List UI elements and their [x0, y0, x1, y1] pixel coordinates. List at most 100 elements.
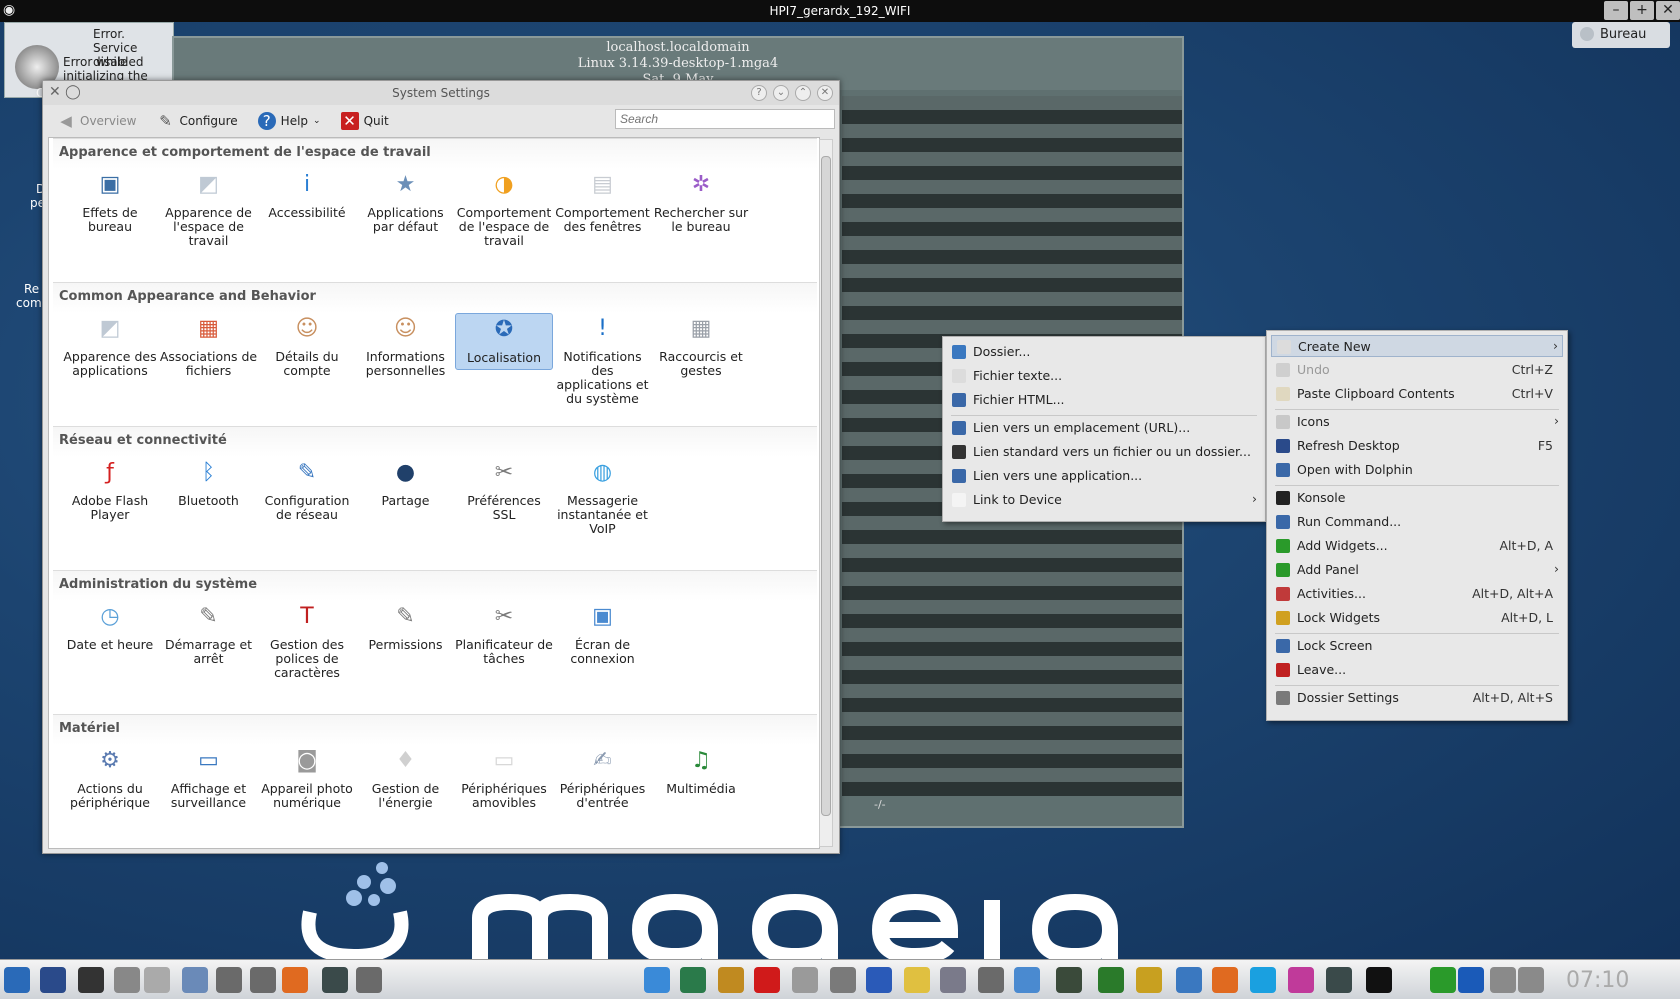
- volume-icon[interactable]: [1518, 967, 1544, 993]
- close-button[interactable]: ✕: [1656, 1, 1680, 20]
- settings-item-notifications[interactable]: ! Notifications des applications et du sy…: [554, 313, 652, 406]
- settings-item-removable-devices[interactable]: ▭ Périphériques amovibles: [455, 745, 553, 810]
- hp-icon[interactable]: [1458, 967, 1484, 993]
- menu-item-lock-screen[interactable]: Lock Screen: [1271, 635, 1563, 657]
- scrollbar-thumb[interactable]: [821, 156, 831, 816]
- overview-button[interactable]: ◀ Overview: [49, 107, 145, 135]
- menu-item-konsole[interactable]: Konsole: [1271, 487, 1563, 509]
- menu-item-icons[interactable]: Icons ›: [1271, 411, 1563, 433]
- menu-item-html-file[interactable]: Fichier HTML...: [947, 389, 1261, 411]
- lock-icon[interactable]: [718, 967, 744, 993]
- scissors-icon[interactable]: [1490, 967, 1516, 993]
- pager-dots-icon[interactable]: [78, 967, 104, 993]
- settings-item-input-devices[interactable]: ✍ Périphériques d'entrée: [554, 745, 652, 810]
- settings-item-device-actions[interactable]: ⚙ Actions du périphérique: [61, 745, 159, 810]
- firefox-icon[interactable]: [282, 967, 308, 993]
- settings-item-workspace-behavior[interactable]: ◑ Comportement de l'espace de travail: [455, 169, 553, 248]
- menu-item-url-link[interactable]: Lien vers un emplacement (URL)...: [947, 417, 1261, 439]
- maximize-window-button[interactable]: ⌃: [795, 85, 811, 101]
- menu-item-paste[interactable]: Paste Clipboard Contents Ctrl+V: [1271, 383, 1563, 405]
- system-monitor-icon[interactable]: [322, 967, 348, 993]
- settings-item-account-details[interactable]: ☺ Détails du compte: [258, 313, 356, 378]
- settings-item-multimedia[interactable]: ♫ Multimédia: [652, 745, 750, 796]
- tools-icon[interactable]: [216, 967, 242, 993]
- quit-button[interactable]: ✕ Quit: [333, 107, 397, 135]
- minimize-window-button[interactable]: ⌄: [773, 85, 789, 101]
- network-icon[interactable]: [1014, 967, 1040, 993]
- settings-item-sharing[interactable]: ● Partage: [357, 457, 455, 508]
- settings-scrollbar[interactable]: [819, 139, 833, 847]
- settings-item-file-associations[interactable]: ▦ Associations de fichiers: [160, 313, 258, 378]
- opera-icon[interactable]: [754, 967, 780, 993]
- menu-item-folder[interactable]: Dossier...: [947, 341, 1261, 363]
- settings-item-permissions[interactable]: ✎ Permissions: [357, 601, 455, 652]
- configure-button[interactable]: ✎ Configure: [149, 107, 246, 135]
- settings-item-shortcuts[interactable]: ▦ Raccourcis et gestes: [652, 313, 750, 378]
- settings-item-desktop-effects[interactable]: ▣ Effets de bureau: [61, 169, 159, 234]
- help-button[interactable]: ? Help ⌄: [250, 107, 329, 135]
- menu-item-device-link[interactable]: Link to Device ›: [947, 489, 1261, 511]
- settings-item-ssl-prefs[interactable]: ✂ Préférences SSL: [455, 457, 553, 522]
- pager2-icon[interactable]: [144, 967, 170, 993]
- menu-item-text-file[interactable]: Fichier texte...: [947, 365, 1261, 387]
- calc-icon[interactable]: [830, 967, 856, 993]
- menu-item-dossier-settings[interactable]: Dossier Settings Alt+D, Alt+S: [1271, 687, 1563, 709]
- settings-item-personal-info[interactable]: ☺ Informations personnelles: [357, 313, 455, 378]
- settings-item-task-scheduler[interactable]: ✂ Planificateur de tâches: [455, 601, 553, 666]
- monitor2-icon[interactable]: [1326, 967, 1352, 993]
- menu-item-dolphin[interactable]: Open with Dolphin: [1271, 459, 1563, 481]
- system-settings-window[interactable]: ✕ ◯ System Settings ? ⌄ ⌃ ✕ ◀ Overview ✎ C…: [42, 80, 840, 854]
- help-window-button[interactable]: ?: [751, 85, 767, 101]
- window-menu-icon[interactable]: ✕ ◯: [49, 84, 81, 100]
- menu-item-undo[interactable]: Undo Ctrl+Z: [1271, 359, 1563, 381]
- chromium-icon[interactable]: [1176, 967, 1202, 993]
- phone-icon[interactable]: [978, 967, 1004, 993]
- wifi-icon[interactable]: [1430, 967, 1456, 993]
- earth-icon[interactable]: [680, 967, 706, 993]
- download-icon[interactable]: [644, 967, 670, 993]
- bureau-button[interactable]: Bureau: [1572, 22, 1670, 48]
- settings-tools-icon[interactable]: [356, 967, 382, 993]
- settings-item-power[interactable]: ♦ Gestion de l'énergie: [357, 745, 455, 810]
- settings-item-network-config[interactable]: ✎ Configuration de réseau: [258, 457, 356, 522]
- menu-item-add-widgets[interactable]: Add Widgets... Alt+D, A: [1271, 535, 1563, 557]
- menu-item-create-new[interactable]: Create New ›: [1271, 335, 1563, 357]
- firefox2-icon[interactable]: [1212, 967, 1238, 993]
- settings-item-date-time[interactable]: ◷ Date et heure: [61, 601, 159, 652]
- menu-item-lock-widgets[interactable]: Lock Widgets Alt+D, L: [1271, 607, 1563, 629]
- picasa-icon[interactable]: [1288, 967, 1314, 993]
- kickoff-icon[interactable]: [4, 967, 30, 993]
- settings-item-desktop-search[interactable]: ✲ Rechercher sur le bureau: [652, 169, 750, 234]
- settings-item-workspace-appearance[interactable]: ◩ Apparence de l'espace de travail: [160, 169, 258, 248]
- show-desktop-icon[interactable]: [40, 967, 66, 993]
- menu-item-app-link[interactable]: Lien vers une application...: [947, 465, 1261, 487]
- settings-item-login-screen[interactable]: ▣ Écran de connexion: [554, 601, 652, 666]
- globe-icon[interactable]: [866, 967, 892, 993]
- clock[interactable]: 07:10: [1566, 968, 1629, 993]
- gear-icon[interactable]: [792, 967, 818, 993]
- chart-icon[interactable]: [1136, 967, 1162, 993]
- menu-item-add-panel[interactable]: Add Panel ›: [1271, 559, 1563, 581]
- settings-item-font-management[interactable]: T Gestion des polices de caractères: [258, 601, 356, 680]
- settings-item-startup-shutdown[interactable]: ✎ Démarrage et arrêt: [160, 601, 258, 666]
- settings-item-accessibility[interactable]: i Accessibilité: [258, 169, 356, 220]
- menu-item-refresh-desktop[interactable]: Refresh Desktop F5: [1271, 435, 1563, 457]
- media-icon[interactable]: [940, 967, 966, 993]
- settings-item-camera[interactable]: ◙ Appareil photo numérique: [258, 745, 356, 810]
- disc-icon[interactable]: [904, 967, 930, 993]
- terminal-green-icon[interactable]: [1098, 967, 1124, 993]
- search-input[interactable]: [615, 109, 835, 129]
- settings-item-default-apps[interactable]: ★ Applications par défaut: [357, 169, 455, 234]
- menu-item-activities[interactable]: Activities... Alt+D, Alt+A: [1271, 583, 1563, 605]
- settings-item-app-appearance[interactable]: ◩ Apparence des applications: [61, 313, 159, 378]
- settings-item-flash-player[interactable]: ƒ Adobe Flash Player: [61, 457, 159, 522]
- maximize-button[interactable]: +: [1630, 1, 1654, 20]
- settings-item-messaging[interactable]: ◍ Messagerie instantanée et VoIP: [554, 457, 652, 536]
- drakconf-icon[interactable]: [250, 967, 276, 993]
- menu-item-leave[interactable]: Leave...: [1271, 659, 1563, 681]
- minimize-button[interactable]: –: [1604, 1, 1628, 20]
- close-window-button[interactable]: ✕: [817, 85, 833, 101]
- konsole-tray-icon[interactable]: [1366, 967, 1392, 993]
- system-settings-titlebar[interactable]: ✕ ◯ System Settings ? ⌄ ⌃ ✕: [43, 81, 839, 105]
- monitor-icon[interactable]: [1056, 967, 1082, 993]
